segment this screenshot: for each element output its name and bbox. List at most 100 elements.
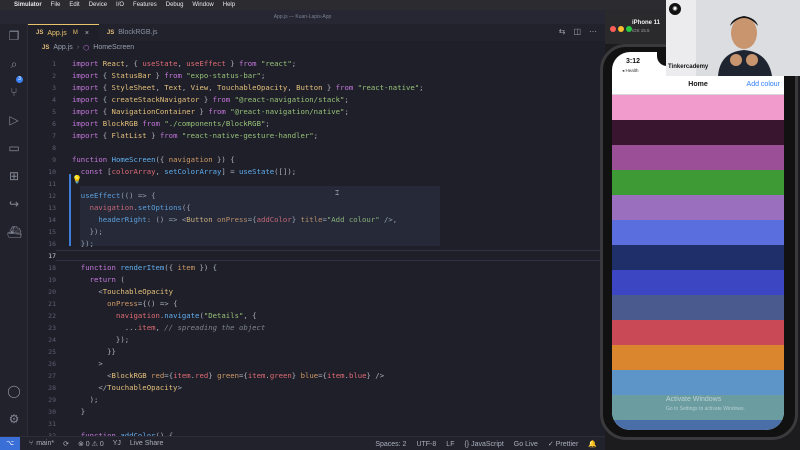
back-to-app-link[interactable]: ◂ Health bbox=[622, 68, 639, 74]
extensions-icon[interactable]: ⊞ bbox=[7, 169, 21, 183]
colour-list[interactable] bbox=[612, 95, 784, 430]
prettier-status[interactable]: ✓ Prettier bbox=[548, 440, 578, 448]
line-number: 10 bbox=[48, 168, 56, 176]
code-line[interactable]: 26 > bbox=[28, 358, 605, 370]
code-line[interactable]: 2 import { StatusBar } from "expo-status-… bbox=[28, 70, 605, 82]
breadcrumb: JS App.js › ⬡ HomeScreen bbox=[28, 41, 605, 54]
code-line[interactable]: 7 import { FlatList } from "react-native-… bbox=[28, 130, 605, 142]
menu-file[interactable]: File bbox=[51, 2, 61, 8]
code-line[interactable]: 18 function renderItem({ item }) { bbox=[28, 262, 605, 274]
remote-indicator-icon[interactable]: ⌥ bbox=[0, 436, 20, 450]
run-debug-icon[interactable]: ▷ bbox=[7, 113, 21, 127]
code-line[interactable]: 4 import { createStackNavigator } from "@… bbox=[28, 94, 605, 106]
colour-swatch[interactable] bbox=[612, 220, 784, 245]
eol-setting[interactable]: LF bbox=[446, 441, 454, 448]
code-line[interactable]: 27 <BlockRGB red={item.red} green={item.… bbox=[28, 370, 605, 382]
line-number: 7 bbox=[52, 132, 56, 140]
explorer-icon[interactable]: ❐ bbox=[7, 29, 21, 43]
colour-swatch[interactable] bbox=[612, 370, 784, 395]
code-line[interactable]: 29 ); bbox=[28, 394, 605, 406]
colour-swatch[interactable] bbox=[612, 95, 784, 120]
code-line[interactable]: 8 bbox=[28, 142, 605, 154]
code-line[interactable]: 21 onPress={() => { bbox=[28, 298, 605, 310]
code-line[interactable]: 6 import BlockRGB from "./components/Bloc… bbox=[28, 118, 605, 130]
go-live-button[interactable]: Go Live bbox=[514, 441, 538, 448]
webcam-label: Tinkercademy bbox=[668, 64, 709, 70]
encoding-setting[interactable]: UTF-8 bbox=[416, 441, 436, 448]
remote-explorer-icon[interactable]: ▭ bbox=[7, 141, 21, 155]
code-text: function renderItem({ item }) { bbox=[80, 263, 218, 272]
breadcrumb-file[interactable]: App.js bbox=[53, 44, 72, 51]
code-line[interactable]: 20 <TouchableOpacity bbox=[28, 286, 605, 298]
code-line[interactable]: 1 import React, { useState, useEffect } f… bbox=[28, 58, 605, 70]
bell-icon[interactable]: 🔔 bbox=[588, 440, 597, 448]
menu-device[interactable]: Device bbox=[89, 2, 107, 8]
code-line[interactable]: 25 }} bbox=[28, 346, 605, 358]
colour-swatch[interactable] bbox=[612, 295, 784, 320]
simulator-device-name: iPhone 11 bbox=[632, 20, 661, 26]
line-number: 2 bbox=[52, 72, 56, 80]
code-line[interactable]: 28 </TouchableOpacity> bbox=[28, 382, 605, 394]
compare-changes-icon[interactable]: ⇆ bbox=[559, 27, 566, 36]
phone-screen[interactable]: 3:12 ◂ Health Home Add colour bbox=[612, 52, 784, 430]
docker-icon[interactable]: ⛴ bbox=[7, 225, 22, 239]
line-number: 5 bbox=[52, 108, 56, 116]
code-line[interactable]: 22 navigation.navigate("Details", { bbox=[28, 310, 605, 322]
colour-swatch[interactable] bbox=[612, 145, 784, 170]
status-bar: ⌥ ⑂ main* ⟳ ⊗ 0 ⚠ 0 YJ Live Share Spaces… bbox=[0, 436, 605, 450]
code-line[interactable]: 19 return ( bbox=[28, 274, 605, 286]
menu-simulator[interactable]: Simulator bbox=[14, 2, 42, 8]
colour-swatch[interactable] bbox=[612, 320, 784, 345]
colour-swatch[interactable] bbox=[612, 270, 784, 295]
code-line[interactable]: 23 ...item, // spreading the object bbox=[28, 322, 605, 334]
code-line[interactable]: 31 bbox=[28, 418, 605, 430]
colour-swatch[interactable] bbox=[612, 345, 784, 370]
indentation-setting[interactable]: Spaces: 2 bbox=[375, 441, 406, 448]
selection-highlight bbox=[80, 186, 440, 246]
menu-debug[interactable]: Debug bbox=[166, 2, 184, 8]
breadcrumb-symbol[interactable]: HomeScreen bbox=[93, 44, 134, 51]
code-line[interactable]: 9 function HomeScreen({ navigation }) { bbox=[28, 154, 605, 166]
problems-count[interactable]: ⊗ 0 ⚠ 0 bbox=[78, 440, 104, 448]
code-line[interactable]: 3 import { StyleSheet, Text, View, Toucha… bbox=[28, 82, 605, 94]
user-indicator[interactable]: YJ bbox=[113, 440, 121, 447]
sync-icon[interactable]: ⟳ bbox=[63, 440, 69, 448]
search-icon[interactable]: ⌕ bbox=[7, 57, 21, 71]
code-line[interactable]: 5 import { NavigationContainer } from "@r… bbox=[28, 106, 605, 118]
menu-features[interactable]: Features bbox=[133, 2, 157, 8]
code-line[interactable]: 10 const [colorArray, setColorArray] = u… bbox=[28, 166, 605, 178]
account-icon[interactable]: ◯ bbox=[7, 384, 21, 398]
editor-tabs: JS App.js M × JS BlockRGB.js ⇆ ◫ ⋯ bbox=[28, 24, 605, 41]
tab-blockrgb-js[interactable]: JS BlockRGB.js bbox=[99, 24, 168, 41]
settings-gear-icon[interactable]: ⚙ bbox=[7, 412, 21, 426]
live-share-status[interactable]: Live Share bbox=[130, 440, 163, 447]
close-window-icon[interactable] bbox=[610, 26, 616, 32]
code-line[interactable]: 30 } bbox=[28, 406, 605, 418]
menu-window[interactable]: Window bbox=[192, 2, 213, 8]
code-line[interactable]: 24 }); bbox=[28, 334, 605, 346]
line-number: 27 bbox=[48, 372, 56, 380]
split-editor-icon[interactable]: ◫ bbox=[573, 27, 581, 36]
colour-swatch[interactable] bbox=[612, 195, 784, 220]
colour-swatch[interactable] bbox=[612, 120, 784, 145]
menu-help[interactable]: Help bbox=[223, 2, 235, 8]
minimize-window-icon[interactable] bbox=[618, 26, 624, 32]
colour-swatch[interactable] bbox=[612, 170, 784, 195]
colour-swatch[interactable] bbox=[612, 245, 784, 270]
tab-app-js[interactable]: JS App.js M × bbox=[28, 24, 99, 41]
menu-edit[interactable]: Edit bbox=[69, 2, 79, 8]
colour-swatch[interactable] bbox=[612, 420, 784, 430]
code-text: import React, { useState, useEffect } fr… bbox=[72, 59, 297, 68]
add-colour-button[interactable]: Add colour bbox=[747, 81, 780, 88]
more-actions-icon[interactable]: ⋯ bbox=[589, 27, 597, 36]
javascript-file-icon: JS bbox=[42, 44, 50, 51]
line-number: 19 bbox=[48, 276, 56, 284]
live-share-icon[interactable]: ↪ bbox=[7, 197, 21, 211]
close-tab-icon[interactable]: × bbox=[85, 30, 89, 37]
language-mode[interactable]: {} JavaScript bbox=[464, 441, 503, 448]
window-titlebar: App.js — Kuan-Lapis-App bbox=[0, 10, 605, 24]
git-branch[interactable]: main* bbox=[36, 440, 54, 447]
menu-io[interactable]: I/O bbox=[116, 2, 124, 8]
source-control-icon[interactable]: ⑂ bbox=[7, 85, 21, 99]
lightbulb-icon[interactable]: 💡 bbox=[72, 175, 82, 184]
